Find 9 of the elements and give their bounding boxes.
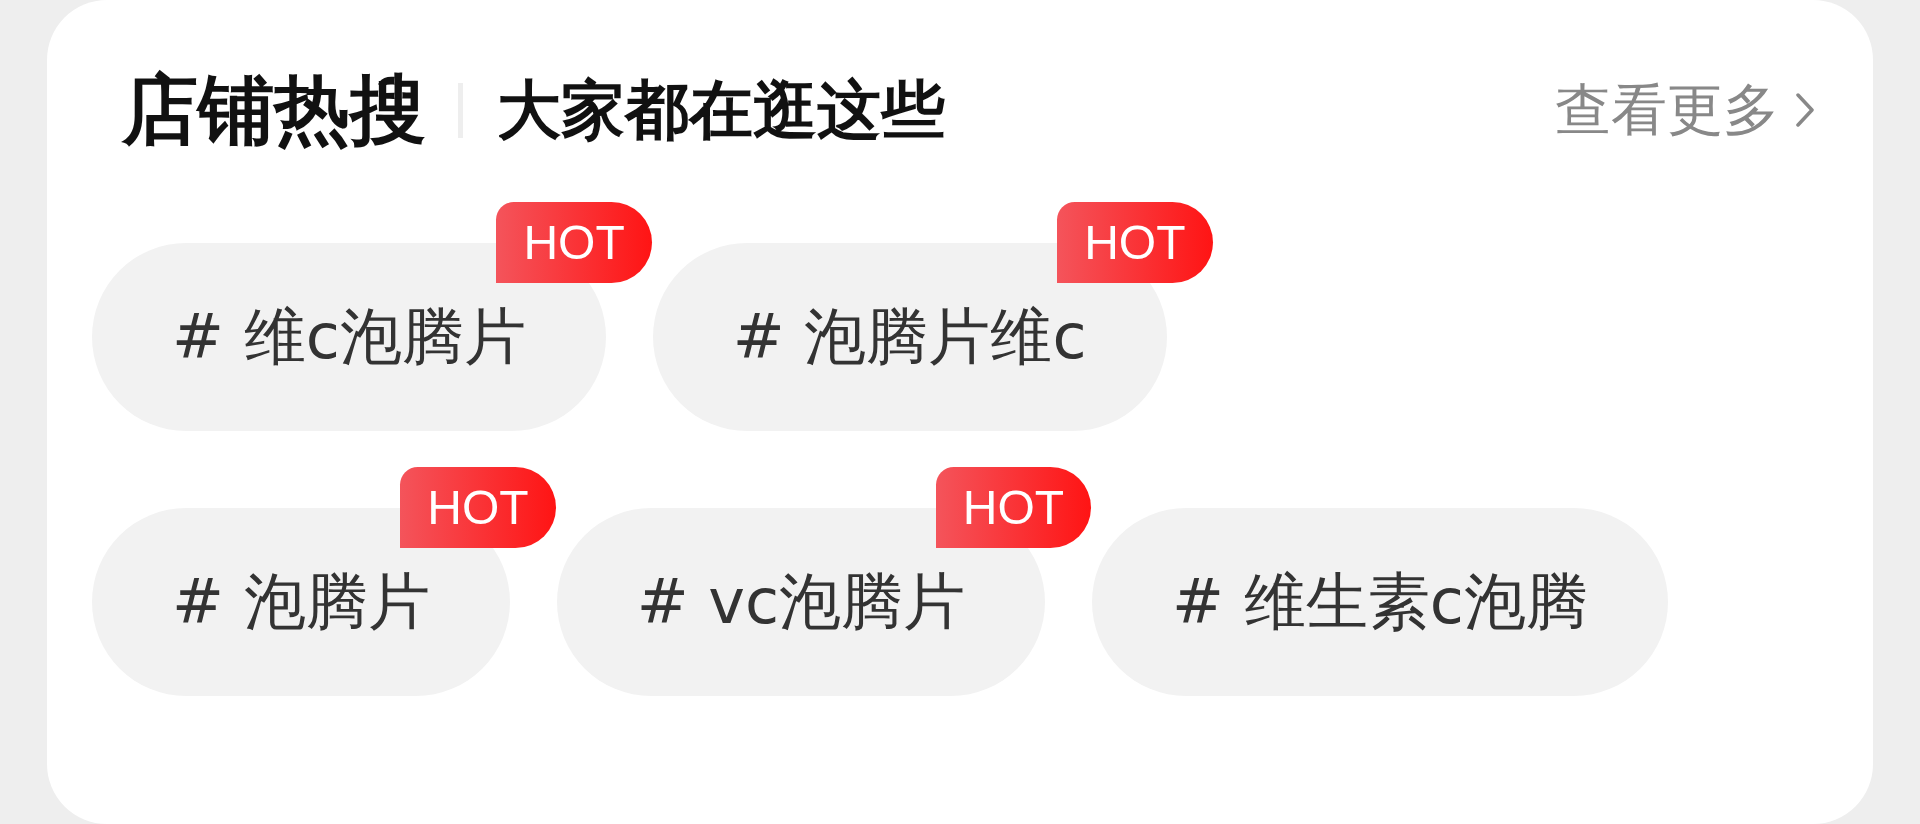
section-subtitle: 大家都在逛这些 <box>497 78 945 142</box>
hot-badge: HOT <box>1057 202 1213 283</box>
hot-badge: HOT <box>400 467 556 548</box>
section-title: 店铺热搜 <box>122 72 426 148</box>
hot-badge: HOT <box>935 467 1092 548</box>
view-more-link[interactable]: 查看更多 <box>1555 82 1815 138</box>
search-tag[interactable]: # 维生素c泡腾 <box>1092 508 1668 696</box>
chevron-right-icon <box>1795 93 1815 127</box>
hot-badge: HOT <box>496 202 652 283</box>
